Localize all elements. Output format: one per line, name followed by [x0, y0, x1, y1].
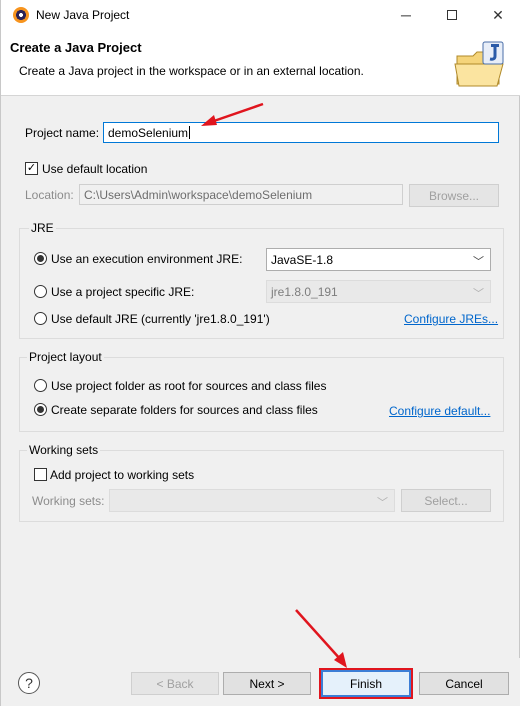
select-working-sets-button[interactable]: Select...: [401, 489, 491, 512]
layout-separate-folders-radio[interactable]: [34, 403, 47, 416]
use-default-location-checkbox[interactable]: ✓: [25, 162, 38, 175]
configure-jres-link[interactable]: Configure JREs...: [404, 312, 498, 326]
working-sets-label: Working sets:: [32, 494, 105, 508]
close-button[interactable]: ✕: [475, 0, 520, 30]
wizard-banner: Create a Java Project Create a Java proj…: [1, 30, 520, 96]
jre-project-specific-radio[interactable]: [34, 285, 47, 298]
location-input[interactable]: C:\Users\Admin\workspace\demoSelenium: [79, 184, 403, 205]
back-button[interactable]: < Back: [131, 672, 219, 695]
new-java-project-dialog: New Java Project ─ ✕ Create a Java Proje…: [0, 0, 520, 706]
location-label: Location:: [25, 188, 74, 202]
window-title: New Java Project: [36, 8, 130, 22]
finish-button[interactable]: Finish: [319, 668, 413, 699]
project-specific-jre-select[interactable]: jre1.8.0_191 ﹀: [266, 280, 491, 303]
jre-execution-env-radio[interactable]: [34, 252, 47, 265]
jre-default-radio[interactable]: [34, 312, 47, 325]
working-sets-title: Working sets: [27, 443, 101, 457]
chevron-down-icon: ﹀: [473, 288, 484, 300]
jre-execution-env-label: Use an execution environment JRE:: [51, 252, 243, 266]
layout-root-folder-radio[interactable]: [34, 379, 47, 392]
help-icon[interactable]: ?: [18, 672, 40, 694]
minimize-button[interactable]: ─: [383, 0, 429, 30]
next-button[interactable]: Next >: [223, 672, 311, 695]
project-specific-jre-value: jre1.8.0_191: [271, 285, 338, 299]
execution-env-value: JavaSE-1.8: [271, 253, 334, 267]
working-sets-select[interactable]: ﹀: [109, 489, 395, 512]
java-folder-wizard-icon: [454, 41, 504, 87]
configure-default-link[interactable]: Configure default...: [389, 404, 490, 418]
project-name-input[interactable]: demoSelenium: [103, 122, 499, 143]
project-name-label: Project name:: [25, 126, 100, 140]
chevron-down-icon: ﹀: [377, 497, 388, 509]
wizard-description: Create a Java project in the workspace o…: [19, 64, 364, 78]
jre-default-label: Use default JRE (currently 'jre1.8.0_191…: [51, 312, 270, 326]
eclipse-icon: [13, 7, 29, 23]
layout-separate-folders-label: Create separate folders for sources and …: [51, 403, 318, 417]
jre-group-title: JRE: [29, 221, 56, 235]
maximize-icon: [447, 10, 457, 20]
chevron-down-icon: ﹀: [473, 256, 484, 268]
cancel-button[interactable]: Cancel: [419, 672, 509, 695]
add-to-working-sets-checkbox[interactable]: [34, 468, 47, 481]
wizard-heading: Create a Java Project: [10, 40, 142, 55]
execution-env-select[interactable]: JavaSE-1.8 ﹀: [266, 248, 491, 271]
project-layout-group: [19, 357, 504, 432]
jre-project-specific-label: Use a project specific JRE:: [51, 285, 195, 299]
text-caret: [189, 126, 191, 139]
layout-root-folder-label: Use project folder as root for sources a…: [51, 379, 327, 393]
project-layout-title: Project layout: [27, 350, 104, 364]
add-to-working-sets-label: Add project to working sets: [50, 468, 195, 482]
project-name-value: demoSelenium: [108, 126, 189, 140]
browse-button[interactable]: Browse...: [409, 184, 499, 207]
use-default-location-label: Use default location: [42, 162, 148, 176]
maximize-button[interactable]: [429, 0, 475, 30]
